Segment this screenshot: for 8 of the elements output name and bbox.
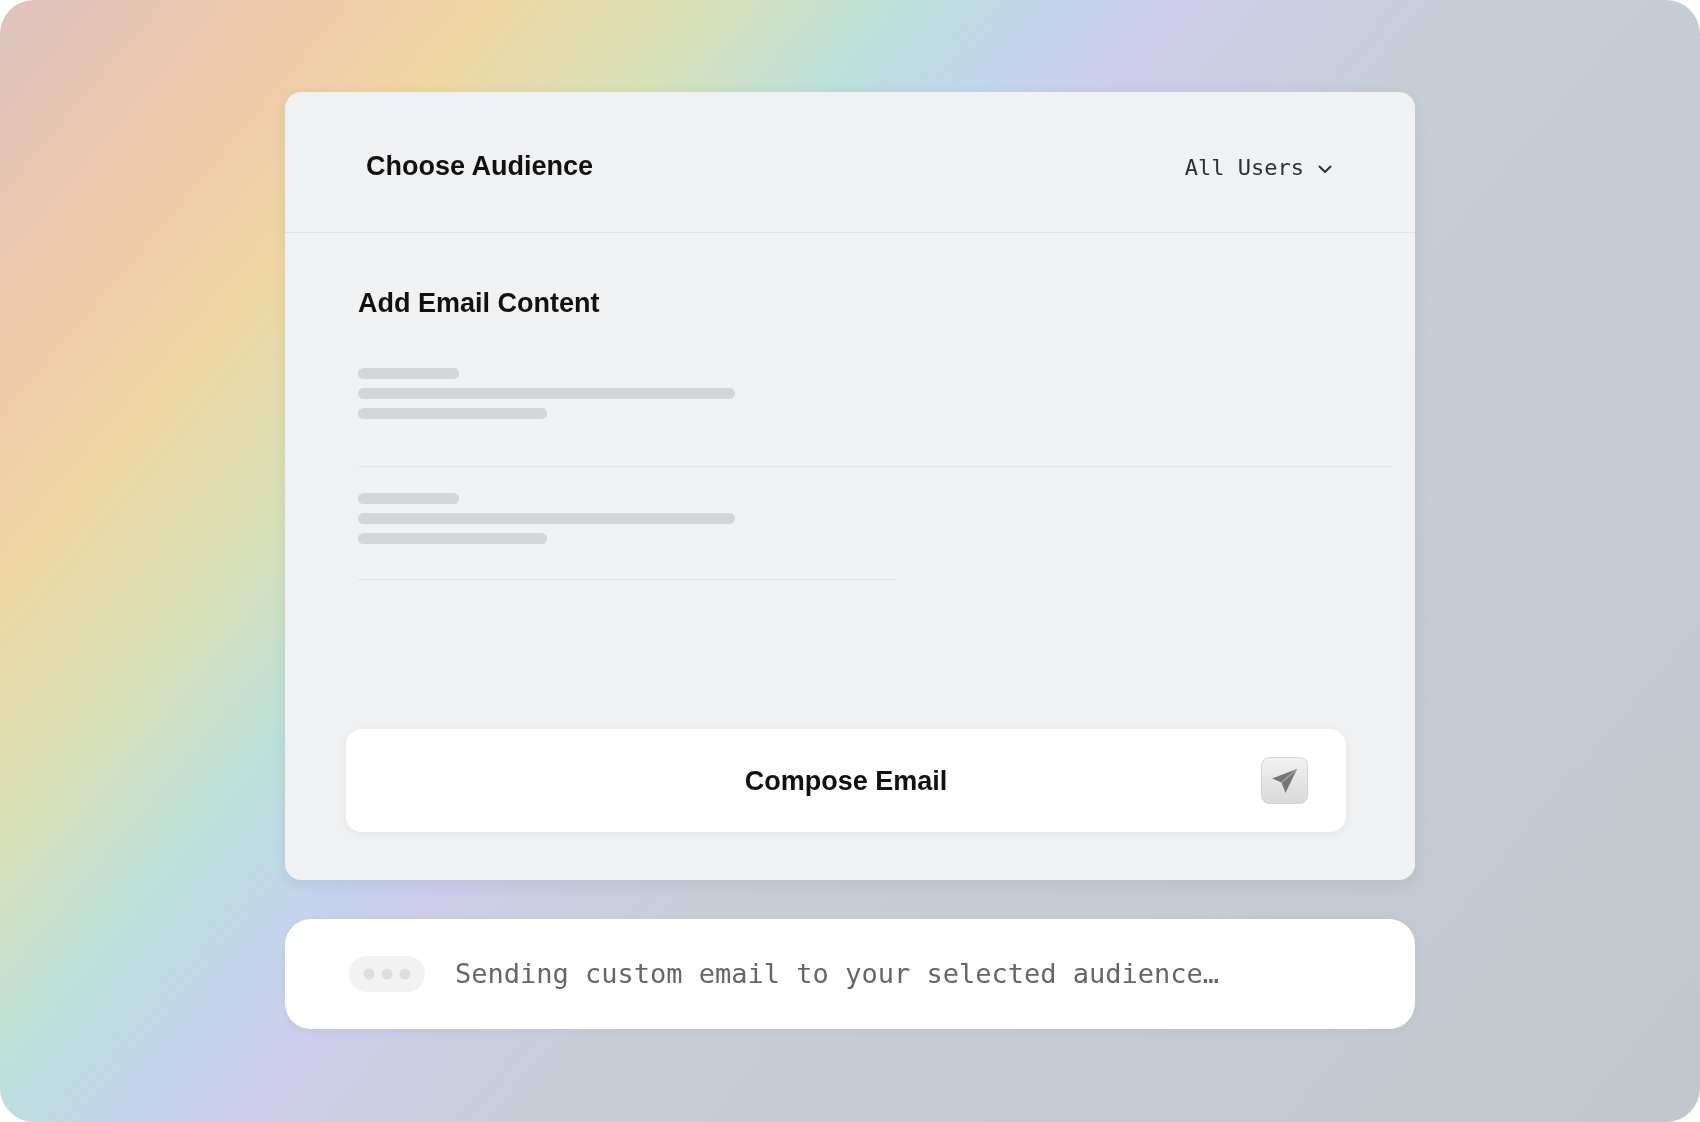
paper-plane-icon xyxy=(1261,757,1308,804)
compose-email-button[interactable]: Compose Email xyxy=(346,729,1346,832)
chevron-down-icon xyxy=(1318,165,1332,174)
typing-indicator-icon xyxy=(349,956,425,992)
status-message: Sending custom email to your selected audience… xyxy=(455,957,1219,991)
section-heading: Add Email Content xyxy=(358,288,600,318)
audience-dropdown[interactable]: All Users xyxy=(1184,150,1332,182)
section-heading: Choose Audience xyxy=(366,151,594,181)
